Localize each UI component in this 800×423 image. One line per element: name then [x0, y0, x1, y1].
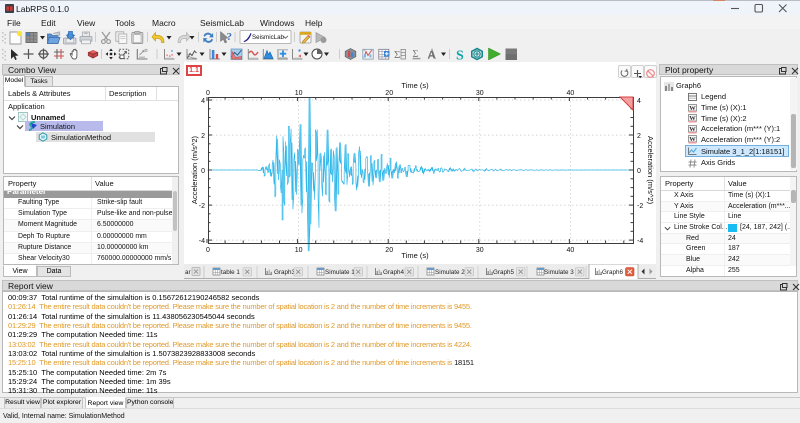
svg-text:Graph3: Graph3 — [274, 269, 296, 276]
svg-text:?: ? — [227, 31, 233, 43]
svg-text:table 1: table 1 — [221, 269, 240, 276]
svg-text:ar: ar — [185, 269, 191, 276]
svg-text:40: 40 — [567, 247, 575, 254]
svg-text:20: 20 — [385, 90, 393, 97]
svg-text:4: 4 — [201, 98, 205, 105]
svg-text:Simulate 1: Simulate 1 — [325, 269, 355, 276]
svg-text:Graph4: Graph4 — [383, 269, 405, 276]
svg-text:SeismicLab: SeismicLab — [252, 34, 285, 41]
svg-text:Graph6: Graph6 — [602, 269, 624, 276]
svg-text:0: 0 — [201, 168, 205, 175]
svg-text:Simulate 2: Simulate 2 — [435, 269, 465, 276]
svg-text:-2: -2 — [199, 203, 205, 210]
svg-text:Simulate 3: Simulate 3 — [544, 269, 574, 276]
svg-text:W: W — [689, 136, 696, 143]
svg-text:Acceleration (m/s^2): Acceleration (m/s^2) — [646, 136, 655, 205]
svg-text:2: 2 — [201, 133, 205, 140]
svg-text:30: 30 — [476, 247, 484, 254]
svg-text:30: 30 — [476, 90, 484, 97]
svg-text:10: 10 — [295, 247, 303, 254]
svg-text:-4: -4 — [637, 238, 643, 245]
svg-text:Σ: Σ — [394, 49, 400, 61]
svg-text:-4: -4 — [199, 238, 205, 245]
svg-text:20: 20 — [385, 247, 393, 254]
svg-text:10: 10 — [295, 90, 303, 97]
svg-text:Time (s): Time (s) — [401, 251, 429, 260]
svg-text:W: W — [689, 126, 696, 133]
svg-text:Acceleration (m/s^2): Acceleration (m/s^2) — [190, 135, 199, 204]
svg-text:0: 0 — [206, 247, 210, 254]
svg-text:2: 2 — [637, 133, 641, 140]
svg-text:-2: -2 — [637, 203, 643, 210]
svg-text:Graph5: Graph5 — [493, 269, 515, 276]
svg-text:40: 40 — [567, 90, 575, 97]
svg-text:0: 0 — [206, 90, 210, 97]
svg-text:W: W — [689, 105, 696, 112]
svg-text:W: W — [689, 115, 696, 122]
svg-text:S: S — [456, 49, 464, 63]
svg-text:4: 4 — [637, 98, 641, 105]
svg-text:Time (s): Time (s) — [401, 81, 429, 90]
svg-text:0: 0 — [637, 168, 641, 175]
